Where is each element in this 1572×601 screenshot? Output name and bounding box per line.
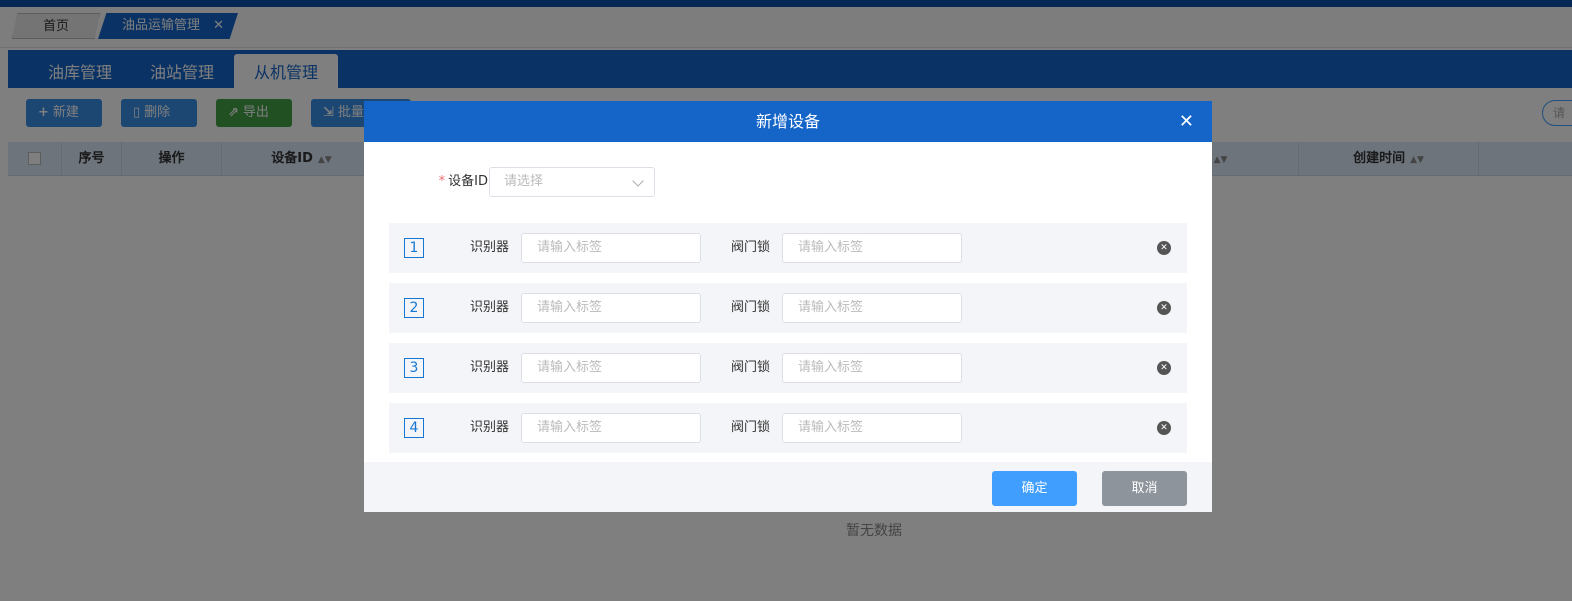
identifier-input[interactable]: 请输入标签	[521, 413, 701, 443]
identifier-label: 识别器	[470, 360, 510, 375]
device-id-label: * 设备ID	[428, 167, 488, 197]
valve-lock-label: 阀门锁	[731, 420, 771, 435]
row-index-badge: 3	[404, 358, 424, 378]
identifier-input[interactable]: 请输入标签	[521, 293, 701, 323]
add-device-dialog: 新增设备 ✕ * 设备ID 请选择 1 识别器 请输入标签 阀门锁 请输入标签 ✕…	[364, 101, 1212, 512]
row-index-badge: 4	[404, 418, 424, 438]
valve-lock-label: 阀门锁	[731, 240, 771, 255]
identifier-label: 识别器	[470, 240, 510, 255]
tag-row: 3 识别器 请输入标签 阀门锁 请输入标签 ✕	[389, 343, 1187, 393]
cancel-button[interactable]: 取消	[1102, 471, 1187, 506]
row-index-badge: 1	[404, 238, 424, 258]
valve-lock-input[interactable]: 请输入标签	[782, 293, 962, 323]
required-asterisk: *	[438, 174, 446, 189]
identifier-input[interactable]: 请输入标签	[521, 353, 701, 383]
valve-lock-label: 阀门锁	[731, 360, 771, 375]
device-id-select-placeholder: 请选择	[504, 174, 544, 189]
remove-row-icon[interactable]: ✕	[1157, 421, 1171, 435]
row-index-badge: 2	[404, 298, 424, 318]
tag-row: 4 识别器 请输入标签 阀门锁 请输入标签 ✕	[389, 403, 1187, 453]
close-icon[interactable]: ✕	[1179, 101, 1194, 142]
tag-row: 1 识别器 请输入标签 阀门锁 请输入标签 ✕	[389, 223, 1187, 273]
remove-row-icon[interactable]: ✕	[1157, 361, 1171, 375]
valve-lock-input[interactable]: 请输入标签	[782, 413, 962, 443]
dialog-title: 新增设备	[755, 112, 820, 131]
chevron-down-icon	[632, 175, 644, 187]
identifier-label: 识别器	[470, 420, 510, 435]
valve-lock-label: 阀门锁	[731, 300, 771, 315]
remove-row-icon[interactable]: ✕	[1157, 301, 1171, 315]
identifier-label: 识别器	[470, 300, 510, 315]
identifier-input[interactable]: 请输入标签	[521, 233, 701, 263]
tag-row: 2 识别器 请输入标签 阀门锁 请输入标签 ✕	[389, 283, 1187, 333]
valve-lock-input[interactable]: 请输入标签	[782, 233, 962, 263]
dialog-header: 新增设备 ✕	[364, 101, 1212, 142]
remove-row-icon[interactable]: ✕	[1157, 241, 1171, 255]
device-id-select[interactable]: 请选择	[489, 167, 655, 197]
dialog-footer: 确定 取消	[364, 462, 1212, 512]
confirm-button[interactable]: 确定	[992, 471, 1077, 506]
valve-lock-input[interactable]: 请输入标签	[782, 353, 962, 383]
device-id-label-text: 设备ID	[448, 174, 488, 189]
